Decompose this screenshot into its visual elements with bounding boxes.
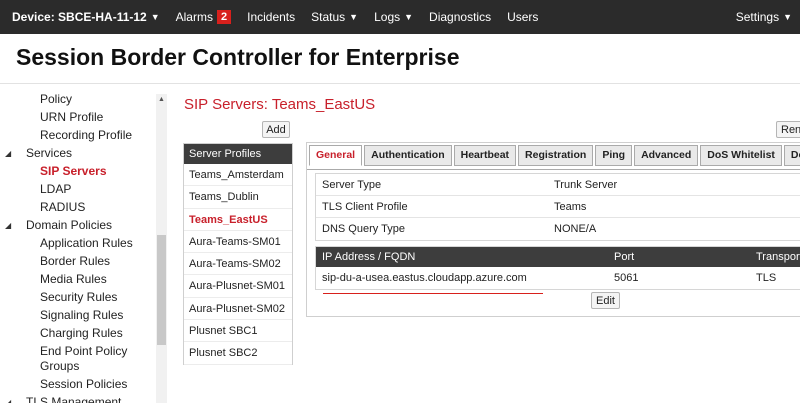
server-profiles-list: Server Profiles Teams_Amsterdam Teams_Du… bbox=[183, 143, 293, 365]
tab-dos-protection[interactable]: DoS Protectio bbox=[783, 145, 800, 166]
divider bbox=[307, 169, 800, 170]
nav-item-sip-servers[interactable]: SIP Servers bbox=[40, 164, 107, 179]
column-header-port: Port bbox=[614, 251, 635, 263]
field-label: Server Type bbox=[322, 179, 382, 191]
table-row: Server Type Trunk Server bbox=[316, 174, 800, 196]
nav-item-urn-profile[interactable]: URN Profile bbox=[40, 110, 103, 125]
nav-item-radius[interactable]: RADIUS bbox=[40, 200, 85, 215]
edit-button[interactable]: Edit bbox=[591, 292, 620, 309]
diagnostics-label: Diagnostics bbox=[429, 10, 492, 24]
tab-dos-whitelist[interactable]: DoS Whitelist bbox=[700, 145, 782, 166]
tab-registration[interactable]: Registration bbox=[518, 145, 594, 166]
nav-item-end-point-policy[interactable]: End Point Policy bbox=[40, 344, 127, 359]
tab-authentication[interactable]: Authentication bbox=[364, 145, 452, 166]
rename-button[interactable]: Rena bbox=[776, 121, 800, 138]
chevron-down-icon: ▼ bbox=[404, 12, 414, 22]
ip-address-table: IP Address / FQDN Port Transport sip-du-… bbox=[315, 246, 800, 290]
nav-item-session-policies[interactable]: Session Policies bbox=[40, 377, 127, 392]
tab-ping[interactable]: Ping bbox=[595, 145, 633, 166]
left-navigation: Policy URN Profile Recording Profile ◢ S… bbox=[0, 90, 170, 403]
list-item[interactable]: Plusnet SBC1 bbox=[184, 320, 292, 343]
chevron-down-icon: ▼ bbox=[349, 12, 359, 22]
list-item[interactable]: Teams_EastUS bbox=[184, 209, 292, 231]
table-row: sip-du-a-usea.eastus.cloudapp.azure.com … bbox=[316, 267, 800, 289]
scroll-up-icon[interactable]: ▲ bbox=[158, 96, 165, 103]
list-item[interactable]: Aura-Plusnet-SM01 bbox=[184, 275, 292, 298]
general-settings-table: Server Type Trunk Server TLS Client Prof… bbox=[315, 173, 800, 241]
field-value: NONE/A bbox=[554, 223, 597, 235]
users-menu[interactable]: Users bbox=[499, 0, 546, 34]
list-item[interactable]: Aura-Teams-SM02 bbox=[184, 253, 292, 276]
column-header-ip: IP Address / FQDN bbox=[322, 251, 416, 263]
nav-item-ldap[interactable]: LDAP bbox=[40, 182, 71, 197]
top-nav-bar: Device: SBCE-HA-11-12 ▼ Alarms 2 Incidents… bbox=[0, 0, 800, 34]
collapse-caret-icon[interactable]: ◢ bbox=[5, 149, 11, 158]
ip-fqdn-value: sip-du-a-usea.eastus.cloudapp.azure.com bbox=[322, 272, 527, 284]
page-title: Session Border Controller for Enterprise bbox=[16, 44, 460, 70]
nav-group-services[interactable]: Services bbox=[26, 146, 72, 161]
chevron-down-icon: ▼ bbox=[150, 12, 160, 22]
list-item[interactable]: Teams_Amsterdam bbox=[184, 164, 292, 187]
table-row: TLS Client Profile Teams bbox=[316, 196, 800, 218]
nav-item-end-point-policy-groups[interactable]: Groups bbox=[40, 359, 79, 374]
field-label: TLS Client Profile bbox=[322, 201, 408, 213]
tab-general[interactable]: General bbox=[309, 145, 363, 166]
annotation-underline bbox=[323, 293, 543, 294]
list-item[interactable]: Aura-Teams-SM01 bbox=[184, 231, 292, 254]
table-header: IP Address / FQDN Port Transport bbox=[316, 247, 800, 267]
incidents-label: Incidents bbox=[247, 10, 296, 24]
settings-label: Settings bbox=[735, 10, 780, 24]
nav-item-application-rules[interactable]: Application Rules bbox=[40, 236, 133, 251]
add-button[interactable]: Add bbox=[262, 121, 290, 138]
alarm-count-badge: 2 bbox=[216, 10, 232, 24]
nav-item-charging-rules[interactable]: Charging Rules bbox=[40, 326, 123, 341]
field-label: DNS Query Type bbox=[322, 223, 405, 235]
port-value: 5061 bbox=[614, 272, 639, 284]
list-item[interactable]: Teams_Dublin bbox=[184, 186, 292, 209]
nav-item-security-rules[interactable]: Security Rules bbox=[40, 290, 117, 305]
settings-menu[interactable]: Settings ▼ bbox=[728, 0, 800, 34]
scroll-thumb[interactable] bbox=[157, 235, 166, 345]
diagnostics-menu[interactable]: Diagnostics bbox=[421, 0, 499, 34]
incidents-menu[interactable]: Incidents bbox=[239, 0, 303, 34]
server-profiles-header: Server Profiles bbox=[184, 144, 292, 164]
users-label: Users bbox=[507, 10, 539, 24]
status-label: Status bbox=[311, 10, 346, 24]
list-item[interactable]: Plusnet SBC2 bbox=[184, 342, 292, 365]
nav-group-tls-management[interactable]: TLS Management bbox=[26, 395, 121, 403]
tab-heartbeat[interactable]: Heartbeat bbox=[453, 145, 517, 166]
chevron-down-icon: ▼ bbox=[783, 12, 792, 22]
alarms-label: Alarms bbox=[175, 10, 213, 24]
nav-item-policy[interactable]: Policy bbox=[40, 92, 72, 107]
list-item[interactable]: Aura-Plusnet-SM02 bbox=[184, 298, 292, 321]
transport-value: TLS bbox=[756, 272, 777, 284]
collapse-caret-icon[interactable]: ◢ bbox=[5, 398, 11, 403]
server-details-panel: General Authentication Heartbeat Registr… bbox=[306, 142, 800, 317]
section-title: SIP Servers: Teams_EastUS bbox=[184, 96, 376, 113]
device-label: Device: SBCE-HA-11-12 bbox=[12, 10, 147, 24]
logs-label: Logs bbox=[374, 10, 401, 24]
field-value: Teams bbox=[554, 201, 587, 213]
nav-item-recording-profile[interactable]: Recording Profile bbox=[40, 128, 132, 143]
nav-group-domain-policies[interactable]: Domain Policies bbox=[26, 218, 112, 233]
divider bbox=[0, 83, 800, 84]
nav-item-border-rules[interactable]: Border Rules bbox=[40, 254, 110, 269]
logs-menu[interactable]: Logs ▼ bbox=[366, 0, 421, 34]
column-header-transport: Transport bbox=[756, 251, 800, 263]
tab-advanced[interactable]: Advanced bbox=[634, 145, 699, 166]
tab-bar: General Authentication Heartbeat Registr… bbox=[307, 145, 800, 169]
alarms-menu[interactable]: Alarms 2 bbox=[168, 0, 239, 34]
collapse-caret-icon[interactable]: ◢ bbox=[5, 221, 11, 230]
nav-item-signaling-rules[interactable]: Signaling Rules bbox=[40, 308, 123, 323]
field-value: Trunk Server bbox=[554, 179, 618, 191]
nav-item-media-rules[interactable]: Media Rules bbox=[40, 272, 107, 287]
status-menu[interactable]: Status ▼ bbox=[303, 0, 366, 34]
device-menu[interactable]: Device: SBCE-HA-11-12 ▼ bbox=[0, 0, 168, 34]
table-row: DNS Query Type NONE/A bbox=[316, 218, 800, 240]
